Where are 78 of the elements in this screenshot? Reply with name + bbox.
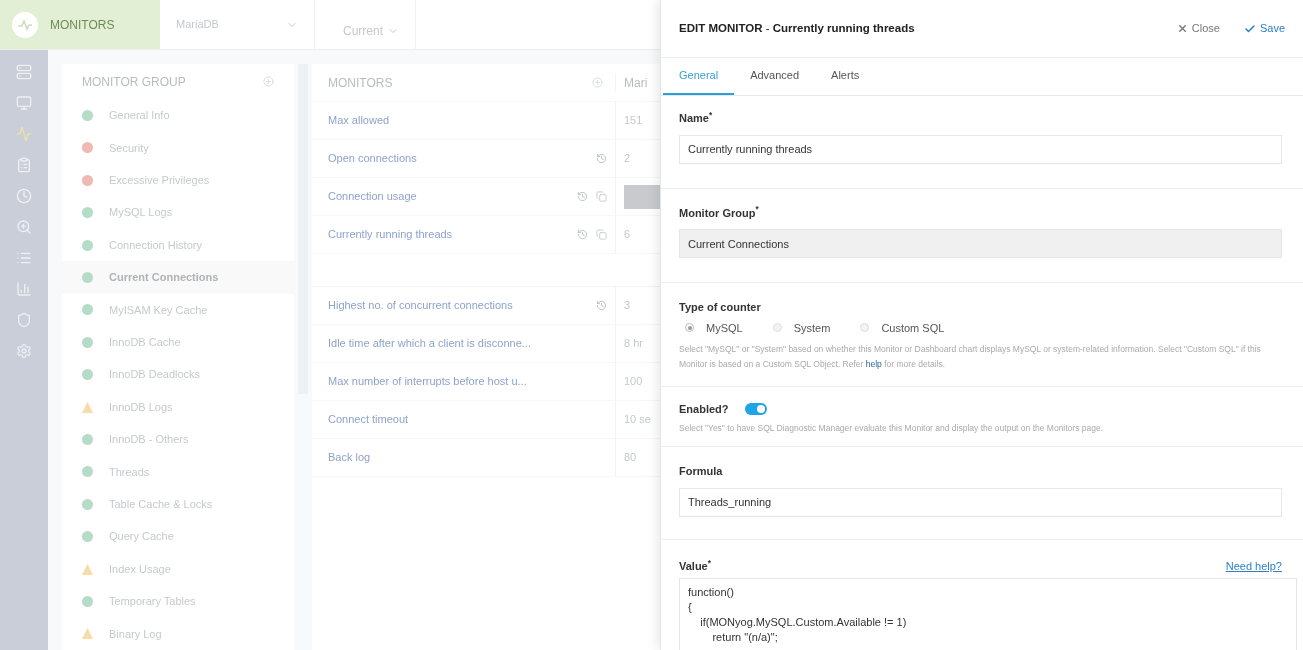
field-label: Formula bbox=[679, 464, 724, 480]
group-item[interactable]: InnoDB Cache bbox=[62, 326, 294, 359]
help-text: Select "Yes" to have SQL Diagnostic Manager evaluate this Monitor and display the output on the Monitors page. bbox=[679, 421, 1105, 435]
history-icon[interactable] bbox=[577, 229, 588, 240]
clock-icon[interactable] bbox=[16, 188, 32, 204]
monitor-value: 3 bbox=[624, 298, 631, 314]
monitor-link[interactable]: Highest no. of concurrent connections bbox=[312, 297, 596, 314]
formula-field[interactable]: Threads_running bbox=[679, 487, 1282, 517]
help-link[interactable]: help bbox=[865, 359, 882, 369]
group-item[interactable]: Threads bbox=[62, 455, 294, 489]
add-icon[interactable] bbox=[592, 77, 603, 88]
group-item[interactable]: MySQL Logs bbox=[62, 196, 294, 229]
clipboard-icon[interactable] bbox=[16, 157, 32, 173]
server-dropdown[interactable]: MariaDB bbox=[160, 0, 315, 49]
tab[interactable]: Alerts bbox=[815, 58, 876, 95]
panel-title: MONITOR GROUP bbox=[82, 73, 186, 91]
code-line: return "(n/a)"; bbox=[711, 630, 779, 646]
close-button[interactable]: Close bbox=[1176, 20, 1220, 37]
check-icon bbox=[1243, 22, 1256, 35]
app-title: MONITORS bbox=[50, 16, 115, 34]
field-label: Name$^{*}$ bbox=[679, 110, 714, 126]
field-label: Value$^{*}$ bbox=[679, 557, 711, 574]
monitor-link[interactable]: Back log bbox=[312, 449, 615, 466]
group-field[interactable]: Current Connections bbox=[679, 229, 1282, 258]
monitor-link[interactable]: Currently running threads bbox=[312, 226, 577, 243]
monitor-link[interactable]: Idle time after which a client is disconne... bbox=[312, 335, 615, 352]
gear-icon[interactable] bbox=[16, 343, 32, 359]
close-icon bbox=[1176, 23, 1188, 34]
radio-label: System bbox=[793, 320, 831, 336]
panel-title: MONITORS bbox=[327, 74, 394, 92]
monitor-link[interactable]: Connect timeout bbox=[312, 411, 615, 428]
group-item[interactable]: Table Cache & Locks bbox=[62, 488, 294, 521]
pulse-icon[interactable] bbox=[16, 126, 32, 142]
need-help-link[interactable]: Need help? bbox=[1225, 557, 1282, 575]
code-line: { bbox=[688, 600, 693, 616]
radio-label: Custom SQL bbox=[881, 320, 945, 336]
field-label: Type of counter bbox=[679, 300, 762, 315]
save-button[interactable]: Save bbox=[1243, 20, 1285, 37]
value-code-field[interactable]: function() { if(MONyog.MySQL.Custom.Available != 1) return "(n/a)"; bbox=[679, 578, 1297, 650]
field-label: Monitor Group$^{*}$ bbox=[679, 204, 760, 221]
monitor-link[interactable]: Open connections bbox=[312, 150, 596, 167]
radio-button[interactable] bbox=[860, 323, 870, 333]
group-item[interactable]: InnoDB - Others bbox=[62, 423, 294, 456]
monitor-value: 151 bbox=[624, 113, 643, 129]
shield-icon[interactable] bbox=[16, 312, 32, 328]
help-text: Select "MySQL" or "System" based on whether this Monitor or Dashboard chart displays MySQL or system-related information. Select "Custom SQL" if this Monitor is based on a Custom SQL Object. Refer help for more details. bbox=[679, 343, 1262, 371]
tab[interactable]: Advanced bbox=[734, 58, 816, 95]
monitor-link[interactable]: Max allowed bbox=[312, 112, 615, 129]
group-item[interactable]: Binary Log bbox=[62, 617, 294, 650]
code-line: if(MONyog.MySQL.Custom.Available != 1) bbox=[699, 615, 908, 631]
history-icon[interactable] bbox=[577, 191, 588, 202]
radio-label: MySQL bbox=[706, 320, 743, 336]
zoom-icon[interactable] bbox=[16, 219, 32, 235]
group-item[interactable]: InnoDB Deadlocks bbox=[62, 358, 294, 391]
logo-icon bbox=[12, 11, 38, 38]
server-icon[interactable] bbox=[16, 64, 32, 80]
monitor-icon[interactable] bbox=[16, 95, 32, 111]
timeframe-dropdown[interactable]: Current bbox=[327, 0, 416, 49]
field-label: Enabled? bbox=[679, 402, 729, 417]
history-icon[interactable] bbox=[596, 300, 607, 311]
monitor-link[interactable]: Max number of interrupts before host u... bbox=[312, 373, 615, 390]
add-icon[interactable] bbox=[263, 76, 274, 88]
monitor-link[interactable]: Connection usage bbox=[312, 188, 577, 205]
code-line: function() bbox=[688, 585, 735, 601]
list-icon[interactable] bbox=[16, 250, 32, 266]
group-item[interactable]: Current Connections bbox=[62, 261, 294, 294]
group-item[interactable]: Security bbox=[62, 131, 294, 165]
group-item[interactable]: Excessive Privileges bbox=[62, 164, 294, 197]
group-item[interactable]: Index Usage bbox=[62, 552, 294, 586]
drawer-title: EDIT MONITOR - Currently running threads bbox=[679, 20, 916, 36]
tab[interactable]: General bbox=[663, 58, 735, 95]
bars-icon[interactable] bbox=[16, 281, 32, 297]
group-item[interactable]: General Info bbox=[62, 99, 294, 132]
radio-button[interactable] bbox=[772, 323, 782, 333]
group-item[interactable]: Connection History bbox=[62, 228, 294, 262]
name-field[interactable]: Currently running threads bbox=[679, 134, 1282, 164]
history-icon[interactable] bbox=[596, 153, 607, 164]
toggle-switch[interactable] bbox=[744, 403, 767, 416]
